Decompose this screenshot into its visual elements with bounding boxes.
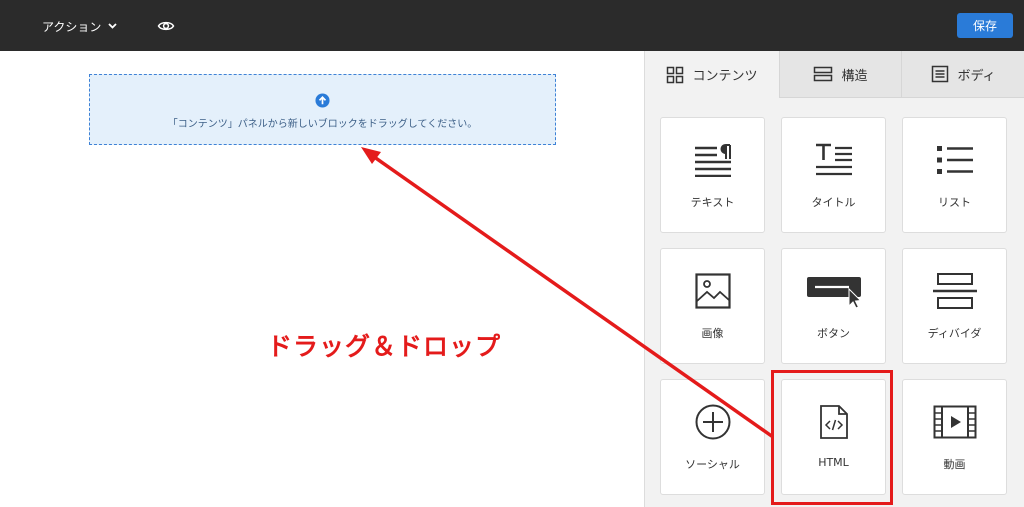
block-image[interactable]: 画像: [660, 248, 765, 364]
drag-and-drop-annotation: ドラッグ＆ドロップ: [267, 332, 502, 361]
block-social-label: ソーシャル: [685, 458, 740, 471]
tab-structure-label: 構造: [841, 68, 868, 84]
action-menu-label: アクション: [42, 19, 102, 34]
block-video[interactable]: 動画: [902, 379, 1007, 495]
tab-contents[interactable]: コンテンツ: [645, 51, 779, 98]
video-icon: [933, 405, 976, 439]
drop-zone[interactable]: 「コンテンツ」パネルから新しいブロックをドラッグしてください。: [89, 74, 556, 145]
block-image-label: 画像: [701, 327, 724, 340]
tab-body-label: ボディ: [957, 68, 996, 84]
block-button-label: ボタン: [817, 327, 850, 340]
drop-zone-text: 「コンテンツ」パネルから新しいブロックをドラッグしてください。: [167, 119, 478, 130]
image-icon: [694, 273, 731, 309]
block-text-label: テキスト: [690, 196, 735, 209]
block-video-label: 動画: [943, 458, 966, 471]
block-text[interactable]: テキスト: [660, 117, 765, 233]
block-button[interactable]: ボタン: [781, 248, 886, 364]
button-icon: [806, 277, 862, 309]
tab-body[interactable]: ボディ: [901, 51, 1024, 98]
list-icon: [936, 146, 973, 174]
social-icon: [695, 404, 730, 440]
body-icon: [932, 65, 949, 83]
text-icon: [694, 144, 731, 177]
block-html-label: HTML: [818, 456, 849, 469]
tab-structure[interactable]: 構造: [779, 51, 901, 98]
grid-icon: [667, 66, 684, 83]
block-title-label: タイトル: [811, 196, 856, 209]
structure-icon: [814, 66, 833, 82]
tab-contents-label: コンテンツ: [692, 69, 758, 84]
action-menu[interactable]: アクション: [42, 17, 118, 35]
block-social[interactable]: ソーシャル: [660, 379, 765, 495]
divider-icon: [932, 273, 977, 309]
arrow-up-circle-icon: [315, 93, 330, 108]
email-canvas: 「コンテンツ」パネルから新しいブロックをドラッグしてください。 ドラッグ＆ドロッ…: [0, 51, 644, 507]
eye-icon[interactable]: [157, 17, 175, 35]
content-block-grid: テキスト タイトル リスト 画像 ボタン ディバイダ ソーシャル HTML 動画: [660, 117, 1010, 507]
block-html[interactable]: HTML: [781, 379, 886, 495]
top-bar: アクション 保存: [0, 0, 1024, 51]
chevron-down-icon: [108, 23, 118, 29]
block-divider[interactable]: ディバイダ: [902, 248, 1007, 364]
content-panel: コンテンツ 構造 ボディ テキスト タイトル リスト 画像 ボタン ディバイダ …: [644, 51, 1024, 507]
save-button[interactable]: 保存: [957, 13, 1013, 38]
panel-tabs: コンテンツ 構造 ボディ: [645, 51, 1024, 98]
title-icon: [815, 143, 852, 176]
block-list[interactable]: リスト: [902, 117, 1007, 233]
html-icon: [819, 405, 848, 439]
block-title[interactable]: タイトル: [781, 117, 886, 233]
block-list-label: リスト: [938, 196, 971, 209]
block-divider-label: ディバイダ: [927, 327, 982, 340]
